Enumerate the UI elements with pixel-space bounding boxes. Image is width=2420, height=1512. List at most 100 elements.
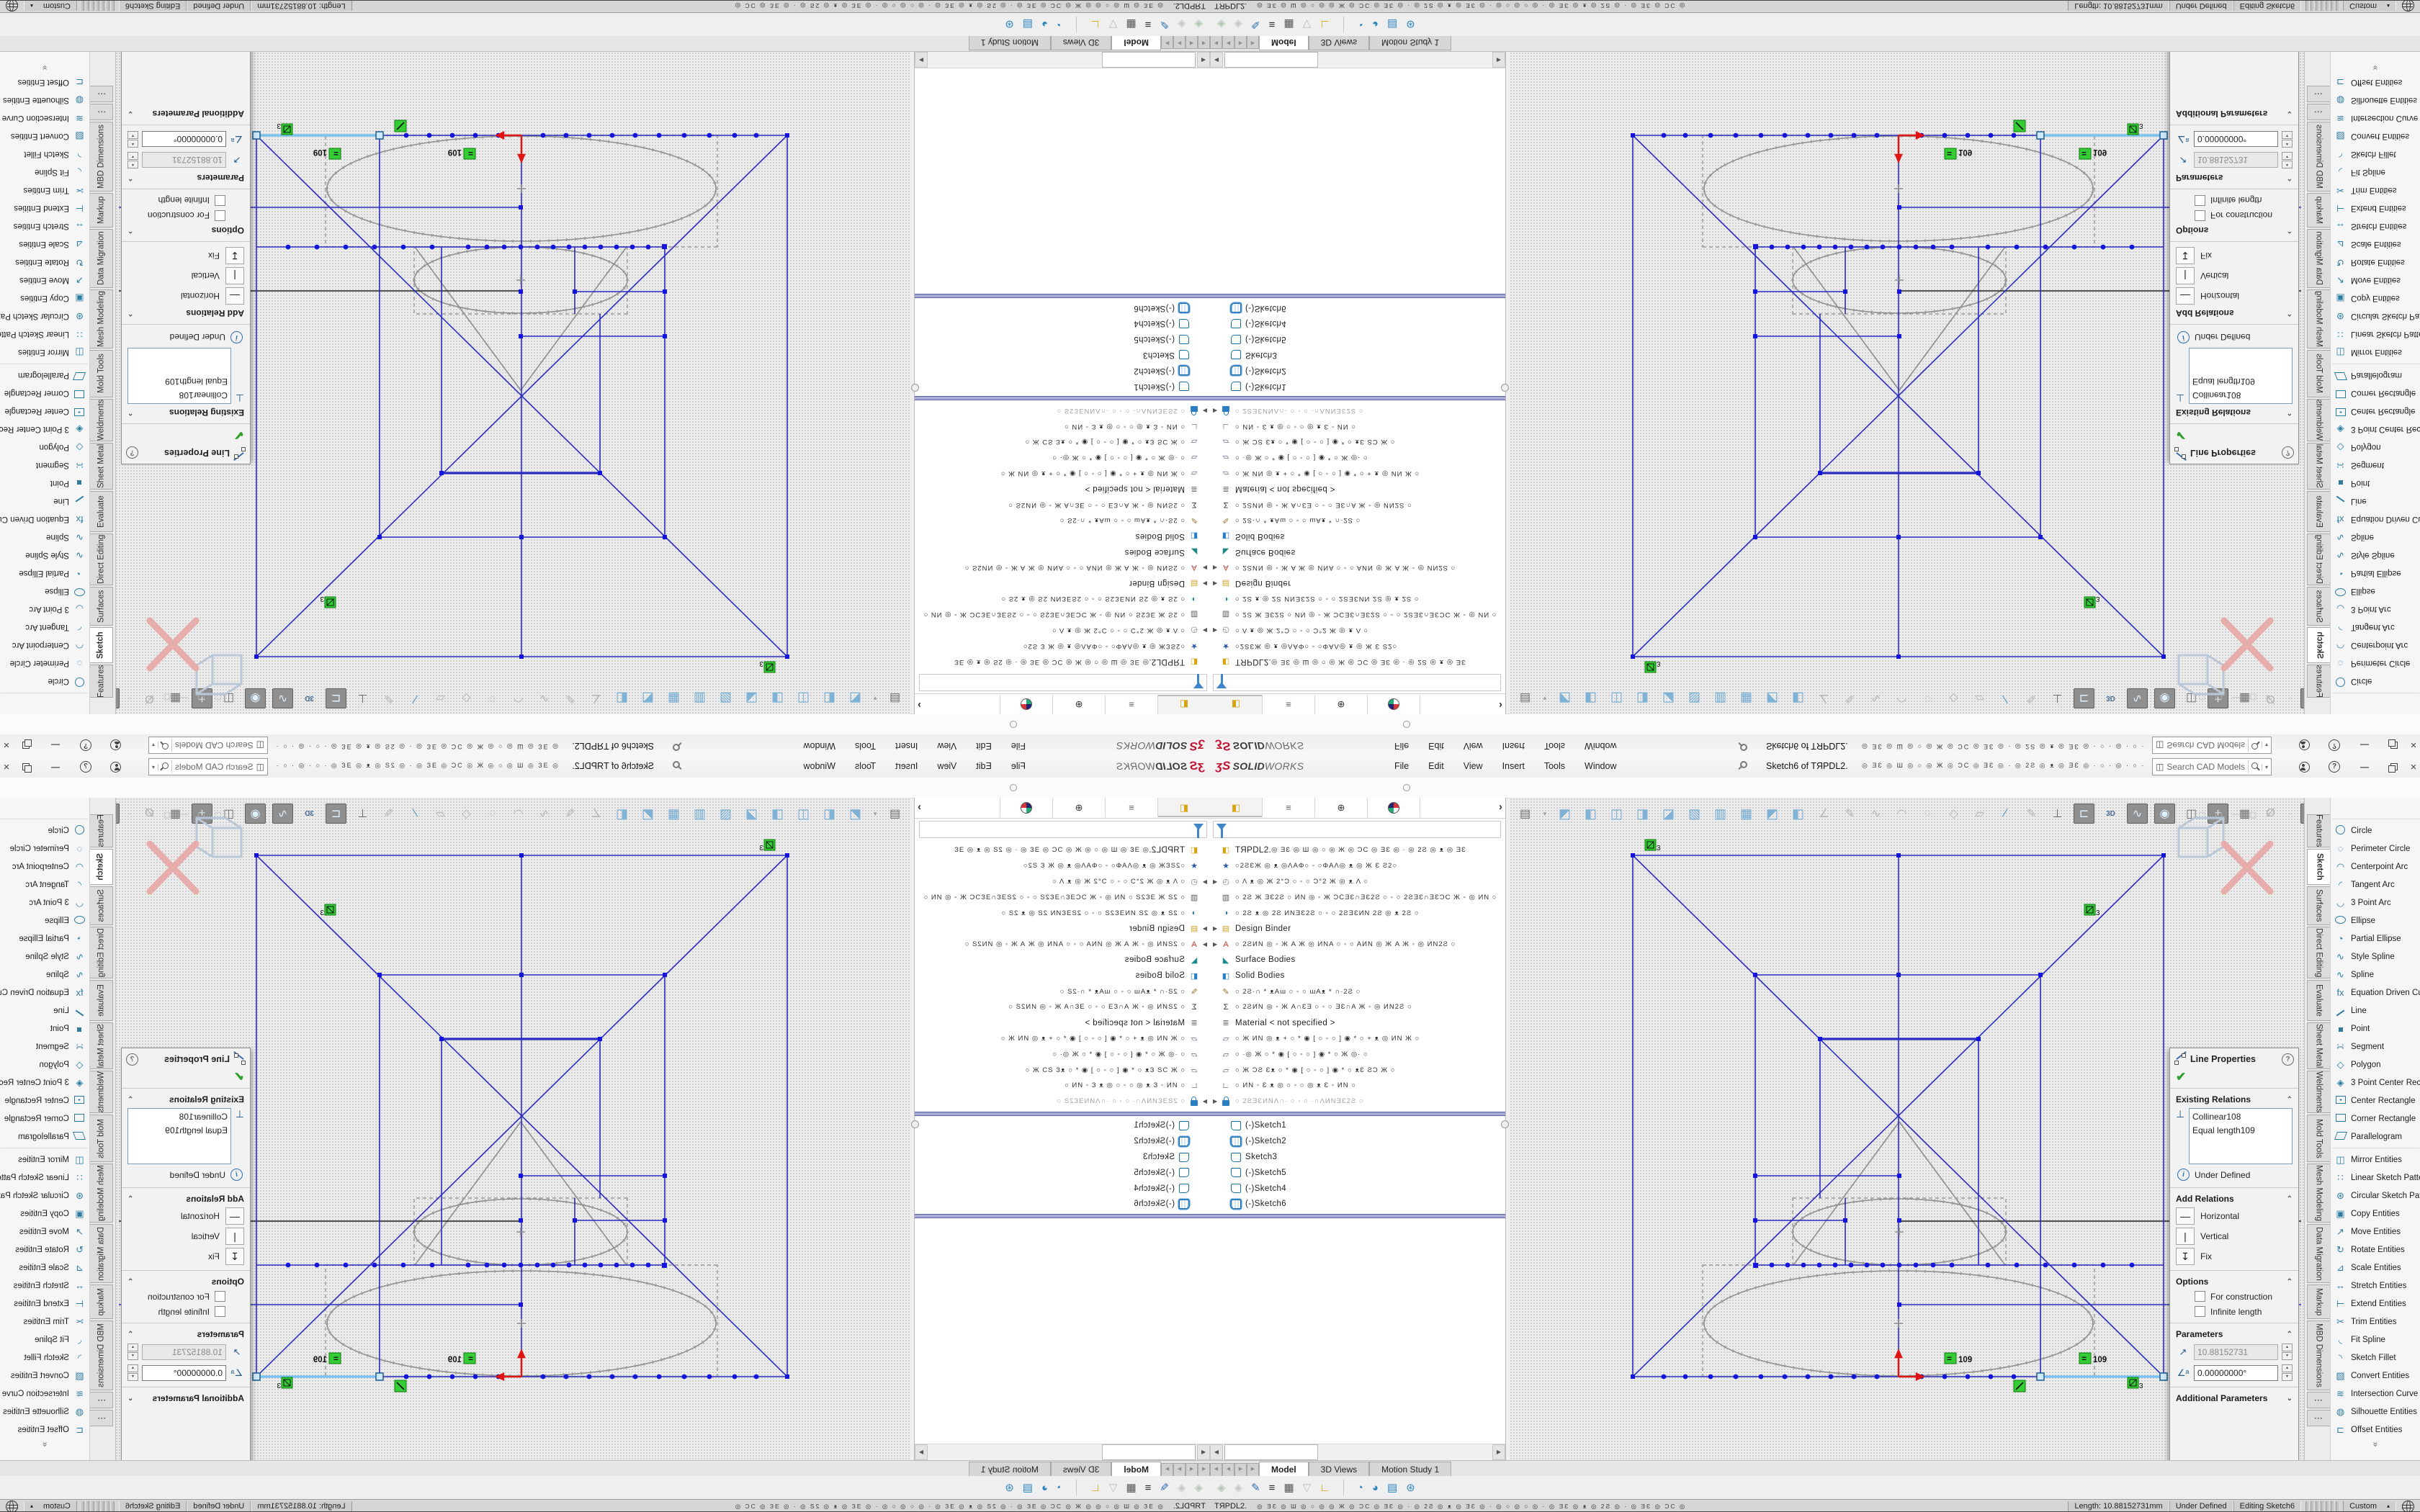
command-tab-sketch[interactable]: Sketch bbox=[89, 849, 113, 885]
tool-center-rectangle[interactable]: Center Rectangle bbox=[2331, 1092, 2420, 1110]
rollback-bar[interactable] bbox=[915, 1214, 1210, 1218]
tree-item[interactable]: ▶○ 2ƧƎƐИNΛ∩· ○ ◦ ○ ·∩ΛИNƎƐ2Ƨ ○ bbox=[1210, 402, 1505, 418]
command-tab-weldments[interactable]: Weldments bbox=[2307, 1071, 2331, 1113]
tree-item[interactable]: ◧TЯPDL2. ◎ ƎƐ ◎ Ш ◎ ○ ◎ Ж ◎ ƆC ◎ ƎƐ ◎ · … bbox=[915, 654, 1210, 670]
tool-equation-driven-curve[interactable]: fxEquation Driven Curve bbox=[2331, 510, 2420, 528]
rollback-bar[interactable] bbox=[1210, 294, 1505, 298]
tool-corner-rectangle[interactable]: Corner Rectangle bbox=[0, 1110, 89, 1128]
tool-sketch-fillet[interactable]: ◝Sketch Fillet bbox=[0, 145, 89, 163]
tree-item[interactable]: ▥○ 2Ƨ Ж ƎƐ2Ƨ ○ ИN ◎ ◦ Ж ƆCƎƐ∩ƎƐ2Ƨ ○ ◦ ○ … bbox=[1210, 607, 1505, 623]
confirmation-corner-icon[interactable] bbox=[2179, 655, 2223, 694]
tool-convert-entities[interactable]: ▧Convert Entities bbox=[2331, 127, 2420, 145]
rollback-bar[interactable] bbox=[1210, 1112, 1505, 1116]
tree-item[interactable]: ★○2ƧƐЖ ◎ ᴥ ◎ΛAΦ○ ◦ ○ΦAΛ◎ ᴥ ◎ Ж Ɛ Ƨ2○ bbox=[915, 638, 1210, 654]
collapse-icon[interactable]: ⌃ bbox=[127, 409, 133, 417]
tool-spline[interactable]: ∿Spline bbox=[2331, 966, 2420, 984]
menu-file[interactable]: File bbox=[1011, 741, 1026, 751]
motion-tool-icon[interactable]: ✎ bbox=[1160, 1481, 1169, 1494]
tool-fit-spline[interactable]: ◟Fit Spline bbox=[0, 1331, 89, 1349]
tree-item[interactable]: ▥○ 2Ƨ Ж ƎƐ2Ƨ ○ ИN ◎ ◦ Ж ƆCƎƐ∩ƎƐ2Ƨ ○ ◦ ○ … bbox=[915, 607, 1210, 623]
tree-filter-input[interactable] bbox=[1213, 821, 1501, 838]
tool-extend-entities[interactable]: ⊢Extend Entities bbox=[0, 1295, 89, 1313]
tool-corner-rectangle[interactable]: Corner Rectangle bbox=[2331, 1110, 2420, 1128]
tree-item[interactable]: ▱○ Ж ƆƧ Ɛᴥ ○ * ◉ [ ○ ◦ ○ ] ◉ * ○ ᴥƐ ƧƆ Ж… bbox=[915, 434, 1210, 450]
tool-extend-entities[interactable]: ⊢Extend Entities bbox=[2331, 1295, 2420, 1313]
tool-scale-entities[interactable]: ⊿Scale Entities bbox=[2331, 235, 2420, 253]
tree-item[interactable]: (-) Sketch2 bbox=[915, 363, 1210, 379]
tree-item[interactable]: ▶A○ 2ƧИN ◎ ◦ Ж A Ж ◎ ИNA ○ ◦ ○ AИN ◎ Ж A… bbox=[1210, 937, 1505, 953]
view-nav-button[interactable]: ◀ bbox=[1186, 1463, 1198, 1477]
command-tab-evaluate[interactable]: Evaluate bbox=[2307, 491, 2331, 532]
tree-item[interactable]: ▥○ 2Ƨ Ж ƎƐ2Ƨ ○ ИN ◎ ◦ Ж ƆCƎƐ∩ƎƐ2Ƨ ○ ◦ ○ … bbox=[915, 889, 1210, 905]
tree-item[interactable]: ▱○ Ж ИN ◎ ᴥ + ○ * ◉ [ ○ ◦ ○ ] ◉ * ○ + ᴥ … bbox=[1210, 466, 1505, 482]
tree-horizontal-scrollbar[interactable]: ◀ ▶ bbox=[1210, 1444, 1505, 1460]
menu-tools[interactable]: Tools bbox=[855, 741, 876, 751]
scroll-left-icon[interactable]: ◀ bbox=[1210, 1444, 1223, 1460]
tool-circle[interactable]: Circle bbox=[2331, 672, 2420, 690]
tool-silhouette-entities[interactable]: ◍Silhouette Entities bbox=[0, 1403, 89, 1421]
minimize-button[interactable]: — bbox=[46, 737, 65, 753]
tool-scale-entities[interactable]: ⊿Scale Entities bbox=[0, 235, 89, 253]
tree-filter-input[interactable] bbox=[919, 821, 1207, 838]
menu-edit[interactable]: Edit bbox=[976, 761, 992, 771]
tool-trim-entities[interactable]: ✂Trim Entities bbox=[0, 1313, 89, 1331]
motion-tool-icon[interactable]: ∟ bbox=[1090, 1482, 1101, 1494]
tree-item[interactable]: ◣Surface Bodies bbox=[915, 544, 1210, 560]
tool-move-entities[interactable]: ↗Move Entities bbox=[2331, 271, 2420, 289]
length-field[interactable]: 10.88152731 bbox=[142, 153, 226, 168]
tree-item[interactable]: ◧Solid Bodies bbox=[1210, 528, 1505, 544]
view-nav-button[interactable]: ▶ bbox=[1247, 1463, 1259, 1477]
graphics-viewport[interactable]: ▤▾◩◧◫◨◪▧▥▦◩◧∠✎∿◠◌◇▱∕✎⊥⊏3D∿◉◫+▦Ø·◈●◐◯ ▢▢—… bbox=[116, 798, 910, 1460]
pin-menu-icon[interactable] bbox=[1736, 742, 1747, 752]
tree-item[interactable]: ≣Material < not specified > bbox=[915, 1015, 1210, 1031]
tool-segment[interactable]: ∺Segment bbox=[0, 456, 89, 474]
tool-linear-sketch-pattern[interactable]: ∷Linear Sketch Pattern bbox=[0, 1169, 89, 1187]
command-tab-markup[interactable]: Markup bbox=[2307, 193, 2331, 228]
tool-linear-sketch-pattern[interactable]: ∷Linear Sketch Pattern bbox=[2331, 1169, 2420, 1187]
command-tab-markup[interactable]: Markup bbox=[89, 1284, 113, 1319]
ok-button[interactable]: ✔ bbox=[2176, 1070, 2298, 1084]
angle-stepper[interactable]: ▴▾ bbox=[127, 131, 138, 148]
command-tab-mesh-modeling[interactable]: Mesh Modeling bbox=[2307, 1164, 2331, 1223]
motion-tool-icon[interactable]: ∟ bbox=[1319, 19, 1330, 31]
relation-button-horizontal[interactable]: —Horizontal bbox=[122, 1206, 250, 1226]
command-tab-features[interactable]: Features bbox=[89, 814, 113, 847]
tool-partial-ellipse[interactable]: ◔Partial Ellipse bbox=[2331, 930, 2420, 948]
motion-tool-icon[interactable]: ✎ bbox=[1251, 18, 1260, 31]
menu-view[interactable]: View bbox=[937, 741, 956, 751]
tree-item[interactable]: ▶◴○ Λ ᴥ ◎ Ж 2°Ɔ ○ ◦ ○ Ɔ°2 Ж ◎ ᴥ Λ ○ bbox=[1210, 623, 1505, 639]
view-nav-button[interactable]: ▶ bbox=[1234, 35, 1247, 49]
tool-scale-entities[interactable]: ⊿Scale Entities bbox=[0, 1259, 89, 1277]
panel-help-icon[interactable]: ? bbox=[126, 447, 138, 459]
tool-3-point-arc[interactable]: ◡3 Point Arc bbox=[2331, 600, 2420, 618]
command-tab-mesh-modeling[interactable]: Mesh Modeling bbox=[2307, 289, 2331, 348]
tree-item[interactable]: ▱○ Ж ƆƧ Ɛᴥ ○ * ◉ [ ○ ◦ ○ ] ◉ * ○ ᴥƐ ƧƆ Ж… bbox=[1210, 1062, 1505, 1078]
tool-sketch-fillet[interactable]: ◝Sketch Fillet bbox=[2331, 145, 2420, 163]
tree-item[interactable]: ◧TЯPDL2. ◎ ƎƐ ◎ Ш ◎ ○ ◎ Ж ◎ ƆC ◎ ƎƐ ◎ · … bbox=[1210, 842, 1505, 858]
tab-displaymanager[interactable] bbox=[1000, 798, 1052, 817]
menu-window[interactable]: Window bbox=[804, 761, 835, 771]
relations-list[interactable]: Collinear108Equal length109 bbox=[2189, 1108, 2293, 1164]
login-icon[interactable] bbox=[2295, 737, 2313, 753]
tool-line[interactable]: Line bbox=[0, 492, 89, 510]
command-tab-mold-tools[interactable]: Mold Tools bbox=[89, 1115, 113, 1162]
search-dropdown-icon[interactable]: ▾ bbox=[2262, 742, 2271, 749]
command-tab-sheet-metal[interactable]: Sheet Metal bbox=[2307, 1022, 2331, 1069]
relation-badges[interactable]: 3 3 =109 =109 3 bbox=[1645, 120, 2143, 672]
flyout-arrow-icon[interactable]: › bbox=[1499, 699, 1502, 711]
command-tab-mold-tools[interactable]: Mold Tools bbox=[2307, 1115, 2331, 1162]
tree-item[interactable]: ▱○ ·◎ Ж ○ * ◉ [ ○ ◦ ○ ] ◉ * ○ Ж ◎· ○ bbox=[1210, 1046, 1505, 1062]
tree-item[interactable]: (-) Sketch1 bbox=[915, 1118, 1210, 1134]
tree-item[interactable]: ◧Solid Bodies bbox=[915, 968, 1210, 984]
expand-icon[interactable]: ⌄ bbox=[2287, 110, 2293, 118]
tool-3-point-center-recta-[interactable]: ◈3 Point Center Recta... bbox=[2331, 1074, 2420, 1092]
tool-center-rectangle[interactable]: Center Rectangle bbox=[2331, 402, 2420, 420]
angle-stepper[interactable]: ▴▾ bbox=[127, 1364, 138, 1381]
collapse-icon[interactable]: ⌃ bbox=[127, 174, 133, 182]
motion-tool-icon[interactable]: ∟ bbox=[1319, 1482, 1330, 1494]
command-tab-sheet-metal[interactable]: Sheet Metal bbox=[89, 443, 113, 490]
menu-tools[interactable]: Tools bbox=[855, 761, 876, 771]
help-icon[interactable]: ? bbox=[2325, 737, 2344, 753]
tool-copy-entities[interactable]: ▣Copy Entities bbox=[0, 1205, 89, 1223]
tree-item[interactable]: ◑○ 2Ƨ ᴥ ◎ 2Ƨ ИNƎƐ2Ƨ ○ ◦ ○ 2ƧƎƐИN 2Ƨ ◎ ᴥ … bbox=[1210, 905, 1505, 921]
